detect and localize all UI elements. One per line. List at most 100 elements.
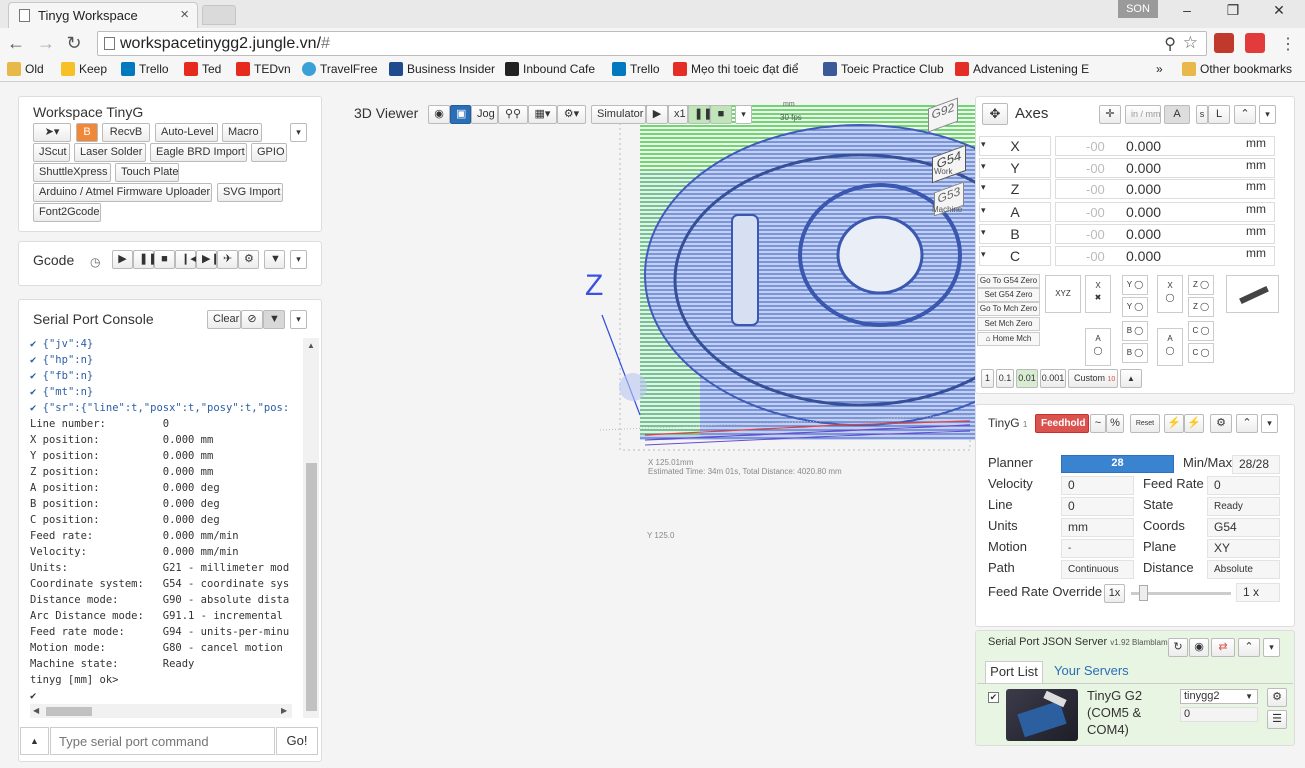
extension-play-icon[interactable] [1245, 33, 1265, 53]
tab-your-servers[interactable]: Your Servers [1054, 663, 1129, 678]
tinyg-collapse-icon[interactable]: ⌃ [1236, 414, 1258, 433]
gcode-pause-icon[interactable]: ❚❚ [133, 250, 157, 269]
feedhold-button[interactable]: Feedhold ! [1035, 414, 1092, 433]
axis-value-box[interactable]: -00 0.000 mm [1055, 158, 1275, 178]
serial-command-field[interactable] [51, 728, 274, 754]
port-settings-icon[interactable]: ⚙ [1267, 688, 1287, 707]
viewer-settings-icon[interactable]: ⚙▾ [557, 105, 586, 124]
jog-z-minus[interactable]: Z ◯ [1188, 297, 1214, 317]
bookmark-trello[interactable]: Trello [121, 62, 169, 76]
scroll-up-icon[interactable]: ▲ [307, 341, 315, 350]
close-window-button[interactable]: ✕ [1264, 2, 1294, 22]
jog-y-plus[interactable]: Y ◯ [1122, 275, 1148, 295]
zoom-icon[interactable]: ⚲ [1164, 34, 1176, 54]
back-icon[interactable]: ← [5, 32, 27, 54]
history-caret-icon[interactable]: ▲ [20, 727, 49, 755]
forward-icon[interactable]: → [35, 32, 57, 54]
console-clear-button[interactable]: Clear [207, 310, 241, 329]
spjs-collapse-icon[interactable]: ⌃ [1238, 638, 1260, 657]
tinyg-settings-icon[interactable]: ⚙ [1210, 414, 1232, 433]
gcode-last-icon[interactable]: ▶❙ [196, 250, 220, 269]
address-bar[interactable]: workspacetinygg2.jungle.vn/# ⚲ ☆ [97, 31, 1207, 56]
bookmark-travelfree[interactable]: TravelFree [302, 62, 378, 76]
serial-command-input[interactable] [50, 727, 275, 755]
bookmark-trello-2[interactable]: Trello [612, 62, 660, 76]
jog-x-minus[interactable]: X ✖ [1085, 275, 1111, 313]
axis-caret-icon[interactable]: ▾ [981, 227, 999, 238]
svg-import-button[interactable]: SVG Import [217, 183, 283, 202]
bookmark-business-insider[interactable]: Business Insider [389, 62, 495, 76]
open-file-icon[interactable]: ➤▾ [33, 123, 71, 142]
jog-b-plus[interactable]: B ◯ [1122, 321, 1148, 341]
units-toggle-button[interactable]: in / mm [1125, 105, 1161, 124]
restore-button[interactable]: ❐ [1218, 2, 1248, 22]
other-bookmarks[interactable]: Other bookmarks [1182, 62, 1292, 76]
step-0-001[interactable]: 0.001 [1040, 369, 1066, 388]
jog-c-plus[interactable]: C ◯ [1188, 321, 1214, 341]
axis-value-box[interactable]: -00 0.000 mm [1055, 246, 1275, 266]
axis-value-box[interactable]: -00 0.000 mm [1055, 224, 1275, 244]
axis-value-box[interactable]: -00 0.000 mm [1055, 179, 1275, 199]
axis-caret-icon[interactable]: ▾ [981, 249, 999, 260]
gcode-collapse-icon[interactable]: ▼ [264, 250, 285, 269]
goto-g54-zero-button[interactable]: Go To G54 Zero [977, 274, 1040, 288]
step-collapse-icon[interactable]: ▲ [1120, 369, 1142, 388]
axis-caret-icon[interactable]: ▾ [981, 139, 999, 150]
view-cube[interactable]: G92 G54 Work G53 Machine [910, 97, 970, 221]
toolpath-scene[interactable] [340, 105, 975, 505]
laser-solder-button[interactable]: Laser Solder [74, 143, 146, 162]
buffer-select[interactable]: tinygg2 ▼ [1180, 689, 1258, 704]
console-block-icon[interactable]: ⊘ [241, 310, 263, 329]
reload-icon[interactable]: ↻ [63, 32, 85, 54]
gcode-first-icon[interactable]: ❙◀ [175, 250, 199, 269]
bolt-off-icon[interactable]: ⚡ [1184, 414, 1204, 433]
jog-button[interactable]: Jog [471, 105, 498, 124]
set-g54-zero-button[interactable]: Set G54 Zero [977, 288, 1040, 302]
bookmark-advanced-listening[interactable]: Advanced Listening E [955, 62, 1089, 76]
axes-collapse-icon[interactable]: ⌃ [1234, 105, 1256, 124]
axes-s-toggle[interactable]: s [1196, 105, 1208, 124]
set-mch-zero-button[interactable]: Set Mch Zero [977, 317, 1040, 331]
console-output[interactable]: ✔ {"jv":4} ✔ {"hp":n} ✔ {"fb":n} ✔ {"mt"… [20, 338, 302, 713]
browser-tab[interactable]: Tinyg Workspace × [8, 2, 198, 28]
console-hscroll-thumb[interactable] [46, 707, 92, 716]
bookmark-keep[interactable]: Keep [61, 62, 107, 76]
viewer-menu-caret-icon[interactable]: ▾ [735, 105, 752, 124]
jog-c-minus[interactable]: C ◯ [1188, 343, 1214, 363]
jog-a-plus[interactable]: A ◯ [1157, 328, 1183, 366]
console-filter-icon[interactable]: ▼ [263, 310, 285, 329]
port-list-icon[interactable]: ☰ [1267, 710, 1287, 729]
gcode-airplane-icon[interactable]: ✈ [217, 250, 238, 269]
sim-pause-icon[interactable]: ❚❚ [688, 105, 712, 124]
font2gcode-button[interactable]: Font2Gcode [33, 203, 101, 222]
step-0-1[interactable]: 0.1 [996, 369, 1014, 388]
resume-button[interactable]: ~ [1090, 414, 1106, 433]
auto-level-button[interactable]: Auto-Level [155, 123, 218, 142]
axes-a-toggle[interactable]: A [1164, 105, 1190, 124]
camera-icon[interactable]: ▣ [450, 105, 471, 124]
axes-crosshair-icon[interactable]: ✛ [1099, 105, 1121, 124]
home-mch-button[interactable]: ⌂ Home Mch [977, 332, 1040, 346]
queue-flush-button[interactable]: % [1106, 414, 1124, 433]
grid-menu-icon[interactable]: ▦▾ [528, 105, 557, 124]
console-menu-caret-icon[interactable]: ▾ [290, 310, 307, 329]
console-scroll-thumb[interactable] [306, 463, 317, 711]
gcode-menu-caret-icon[interactable]: ▾ [290, 250, 307, 269]
axis-caret-icon[interactable]: ▾ [981, 205, 999, 216]
eye-icon[interactable]: ◉ [428, 105, 450, 124]
touch-plate-button[interactable]: Touch Plate [115, 163, 179, 182]
step-custom[interactable]: Custom 10 [1068, 369, 1118, 388]
spjs-refresh-icon[interactable]: ↻ [1168, 638, 1188, 657]
minimize-button[interactable]: – [1172, 2, 1202, 22]
bolt-icon[interactable]: ⚡ [1164, 414, 1184, 433]
extension-book-icon[interactable] [1214, 33, 1234, 53]
axes-l-toggle[interactable]: L [1208, 105, 1230, 124]
bookmark-tedvn[interactable]: TEDvn [236, 62, 291, 76]
bookmark-ted[interactable]: Ted [184, 62, 221, 76]
spjs-close-port-icon[interactable]: ◉ [1189, 638, 1209, 657]
3d-viewer[interactable]: Z Y 125.0 X 125.01mm Estimated Time: 34m… [340, 97, 975, 745]
recv-button[interactable]: RecvB [102, 123, 150, 142]
zoom-tools-icon[interactable]: ⚲⚲ [498, 105, 528, 124]
step-0-01[interactable]: 0.01 [1016, 369, 1038, 388]
firmware-uploader-button[interactable]: Arduino / Atmel Firmware Uploader [33, 183, 212, 202]
